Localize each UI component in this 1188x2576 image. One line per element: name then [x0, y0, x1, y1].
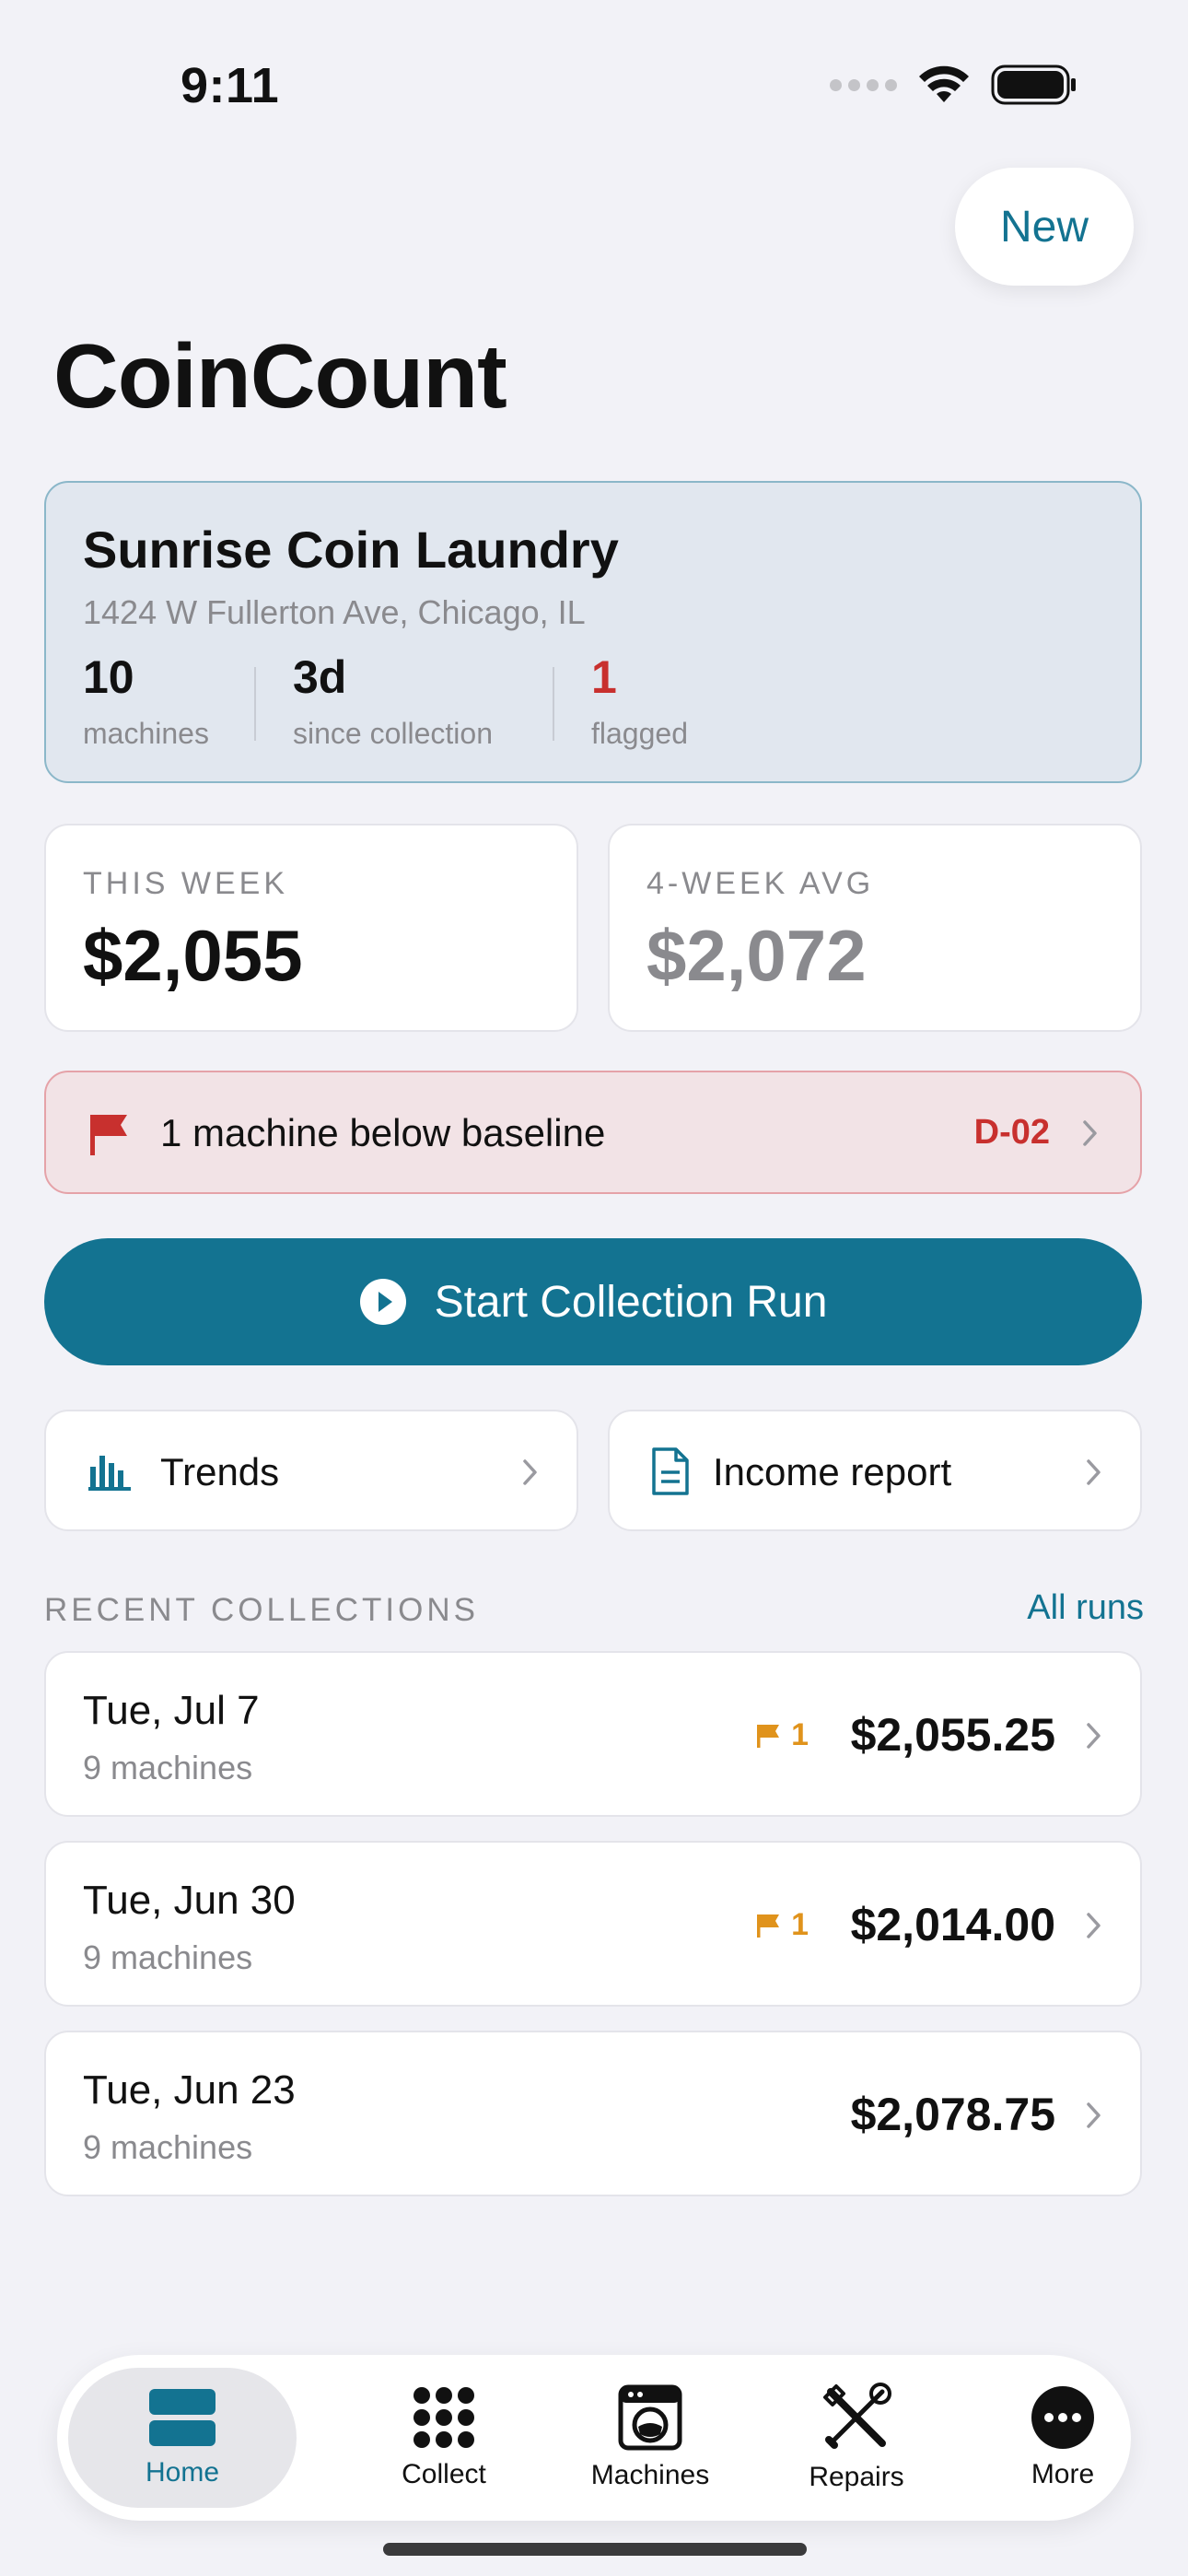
collection-amount: $2,014.00 [850, 1899, 1055, 1950]
collection-machines: 9 machines [83, 1938, 253, 1976]
tab-bar: Home Collect Machines Repairs More [57, 2355, 1131, 2521]
collection-row[interactable]: Tue, Jun 23 9 machines $2,078.75 [44, 2031, 1142, 2196]
stat-value: 3d [293, 651, 347, 703]
tab-label: Collect [402, 2459, 486, 2489]
alert-machine-code: D-02 [973, 1113, 1050, 1152]
stat-value: 1 [591, 651, 617, 703]
collection-date: Tue, Jul 7 [83, 1688, 260, 1733]
status-time: 9:11 [181, 58, 280, 113]
flag-icon [90, 1115, 127, 1155]
tab-more[interactable]: More [960, 2368, 1166, 2508]
trends-link[interactable]: Trends [44, 1410, 578, 1531]
stat-label: since collection [293, 717, 493, 750]
four-week-avg-card: 4-WEEK AVG $2,072 [608, 824, 1142, 1032]
this-week-label: THIS WEEK [83, 866, 289, 901]
new-button[interactable]: New [955, 168, 1134, 286]
more-ellipsis-icon [1031, 2386, 1094, 2449]
this-week-value: $2,055 [83, 915, 303, 996]
stat-label: flagged [591, 717, 688, 750]
stat-divider [254, 667, 256, 741]
tab-machines[interactable]: Machines [547, 2368, 753, 2508]
stat-machines: 10 machines [83, 654, 209, 751]
chevron-right-icon [1087, 1913, 1101, 1938]
start-collection-run-label: Start Collection Run [434, 1277, 828, 1327]
stat-flagged: 1 flagged [591, 654, 688, 751]
location-address: 1424 W Fullerton Ave, Chicago, IL [83, 593, 586, 631]
document-icon [652, 1447, 689, 1495]
trends-label: Trends [160, 1450, 280, 1493]
start-collection-run-button[interactable]: Start Collection Run [44, 1238, 1142, 1365]
tab-repairs[interactable]: Repairs [753, 2368, 960, 2508]
keypad-grid-icon [413, 2387, 474, 2448]
battery-icon [991, 64, 1076, 105]
location-name: Sunrise Coin Laundry [83, 521, 619, 579]
collection-date: Tue, Jun 23 [83, 2067, 296, 2113]
four-week-avg-value: $2,072 [646, 915, 867, 996]
flag-count-badge: 1 [754, 1717, 809, 1753]
tab-home[interactable]: Home [68, 2368, 297, 2508]
flag-count-badge: 1 [754, 1907, 809, 1943]
chevron-right-icon [1087, 1459, 1101, 1485]
play-icon [359, 1279, 406, 1325]
all-runs-link[interactable]: All runs [1027, 1588, 1144, 1628]
flag-count: 1 [791, 1717, 809, 1752]
income-report-link[interactable]: Income report [608, 1410, 1142, 1531]
tab-collect[interactable]: Collect [341, 2368, 547, 2508]
status-icons [830, 64, 1077, 105]
page-title: CoinCount [53, 325, 507, 427]
bar-chart-icon [88, 1456, 131, 1491]
tab-label: More [1031, 2459, 1095, 2489]
tab-label: Home [145, 2457, 220, 2488]
home-icon [149, 2389, 215, 2446]
chevron-right-icon [1083, 1120, 1097, 1146]
chevron-right-icon [1087, 2102, 1101, 2128]
collection-machines: 9 machines [83, 1749, 253, 1786]
stat-since-collection: 3d since collection [293, 654, 493, 751]
recent-collections-header: RECENT COLLECTIONS [44, 1592, 479, 1628]
collection-row[interactable]: Tue, Jun 30 9 machines 1 $2,014.00 [44, 1841, 1142, 2007]
stat-label: machines [83, 717, 209, 750]
home-indicator [383, 2543, 807, 2556]
collection-machines: 9 machines [83, 2128, 253, 2166]
tab-label: Repairs [809, 2462, 904, 2492]
cellular-signal-icon [830, 78, 897, 91]
location-card[interactable]: Sunrise Coin Laundry 1424 W Fullerton Av… [44, 481, 1142, 783]
stat-value: 10 [83, 651, 134, 703]
flag-icon [757, 1914, 780, 1938]
flag-count: 1 [791, 1907, 809, 1942]
tools-icon [823, 2383, 891, 2449]
four-week-avg-label: 4-WEEK AVG [646, 866, 875, 901]
collection-amount: $2,078.75 [850, 2089, 1055, 2140]
this-week-card: THIS WEEK $2,055 [44, 824, 578, 1032]
collection-row[interactable]: Tue, Jul 7 9 machines 1 $2,055.25 [44, 1651, 1142, 1817]
income-report-label: Income report [713, 1450, 952, 1493]
collection-amount: $2,055.25 [850, 1709, 1055, 1761]
stat-divider [553, 667, 554, 741]
washing-machine-icon [618, 2384, 682, 2451]
alert-text: 1 machine below baseline [160, 1111, 606, 1154]
tab-label: Machines [590, 2460, 710, 2490]
flag-icon [757, 1724, 780, 1748]
chevron-right-icon [1087, 1723, 1101, 1749]
baseline-alert[interactable]: 1 machine below baseline D-02 [44, 1071, 1142, 1194]
collection-date: Tue, Jun 30 [83, 1878, 296, 1923]
chevron-right-icon [523, 1459, 537, 1485]
wifi-icon [919, 65, 969, 102]
